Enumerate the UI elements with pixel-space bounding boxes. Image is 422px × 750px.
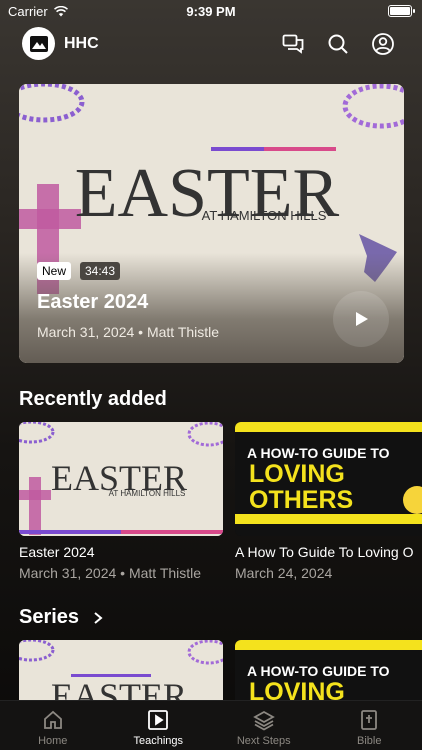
tab-teachings-label: Teachings <box>133 735 184 747</box>
mountain-logo-icon <box>29 35 48 52</box>
new-badge: New <box>37 262 72 280</box>
artwork-subtitle: AT HAMILTON HILLS <box>202 208 327 223</box>
featured-teaching-card[interactable]: EASTER AT HAMILTON HILLS New 34:43 Easte… <box>19 84 404 363</box>
play-icon <box>356 312 368 326</box>
user-circle-icon <box>372 33 394 55</box>
tab-next-steps[interactable]: Next Steps <box>211 701 317 750</box>
search-button[interactable] <box>325 31 351 57</box>
tab-teachings[interactable]: Teachings <box>106 701 212 750</box>
battery-icon <box>388 5 415 17</box>
easter-thumbnail: EASTER AT HAMILTON HILLS <box>19 422 223 536</box>
tab-bar: Home Teachings Next Steps Bible <box>0 700 422 750</box>
series-title: Series <box>19 606 80 628</box>
tab-bible-label: Bible <box>357 735 382 747</box>
loving-thumbnail: A HOW-TO GUIDE TO LOVING OTHERS <box>235 422 422 536</box>
thumb-subtitle: AT HAMILTON HILLS <box>109 489 186 498</box>
card-meta: March 24, 2024 <box>235 565 333 581</box>
loving-thumb-art: A HOW-TO GUIDE TO LOVING OTHERS <box>235 422 422 536</box>
church-logo[interactable] <box>22 27 55 60</box>
layers-icon <box>252 710 275 731</box>
loving-line1: A HOW-TO GUIDE TO <box>247 445 390 461</box>
teaching-card-loving-others[interactable]: A HOW-TO GUIDE TO LOVING OTHERS A How To… <box>235 422 422 581</box>
bible-icon <box>361 710 378 730</box>
series-loving-line1: A HOW-TO GUIDE TO <box>247 663 390 679</box>
series-header[interactable]: Series <box>19 606 103 629</box>
tab-next-steps-label: Next Steps <box>236 735 291 747</box>
tab-home-label: Home <box>38 735 68 747</box>
hero-title: Easter 2024 <box>37 291 149 313</box>
duration-badge: 34:43 <box>80 262 121 280</box>
play-button[interactable] <box>333 291 389 347</box>
easter-thumb-art: EASTER AT HAMILTON HILLS <box>19 422 223 536</box>
top-nav: HHC <box>0 26 422 62</box>
brand-name: HHC <box>64 35 99 52</box>
search-icon <box>328 34 348 54</box>
status-time: 9:39 PM <box>186 4 236 19</box>
chat-icon <box>282 34 304 54</box>
card-meta: March 31, 2024 • Matt Thistle <box>19 565 202 581</box>
profile-button[interactable] <box>370 31 396 57</box>
status-bar: Carrier 9:39 PM <box>0 0 422 24</box>
tab-home[interactable]: Home <box>0 701 106 750</box>
hero-meta: March 31, 2024 • Matt Thistle <box>37 324 220 340</box>
messages-button[interactable] <box>280 31 306 57</box>
play-square-icon <box>148 710 169 730</box>
loving-line2: LOVING <box>249 460 345 488</box>
home-icon <box>43 710 62 729</box>
recently-added-title: Recently added <box>19 388 167 410</box>
card-title: A How To Guide To Loving O <box>235 544 414 560</box>
teaching-card-easter[interactable]: EASTER AT HAMILTON HILLS Easter 2024 Mar… <box>19 422 223 581</box>
card-title: Easter 2024 <box>19 544 95 560</box>
chevron-right-icon <box>94 611 103 624</box>
tab-bible[interactable]: Bible <box>317 701 422 750</box>
loving-line3: OTHERS <box>249 486 353 514</box>
